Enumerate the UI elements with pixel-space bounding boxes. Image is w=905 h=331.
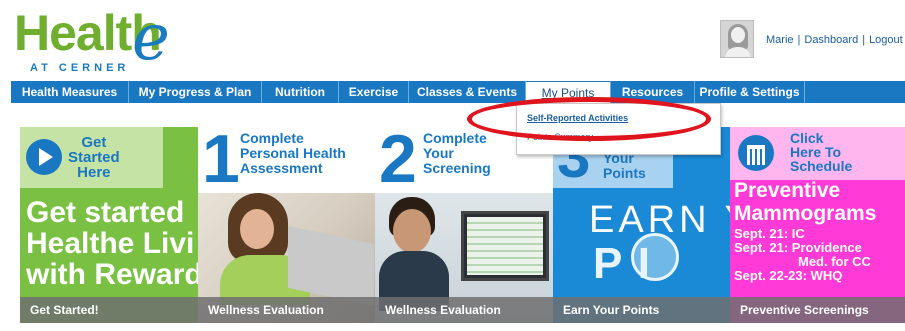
step-number: 1 bbox=[202, 127, 240, 197]
points-graphic-text: P I bbox=[593, 239, 653, 288]
nav-health-measures[interactable]: Health Measures bbox=[11, 81, 129, 103]
annotation-highlight-ellipse bbox=[467, 97, 711, 141]
logo-e-glyph: e bbox=[132, 1, 170, 75]
mammograms-title: Preventive Mammograms bbox=[734, 179, 877, 225]
healthe-logo[interactable]: Health e AT CERNER bbox=[14, 4, 194, 76]
click-here-label: Click Here To Schedule bbox=[790, 130, 853, 174]
main-nav: Health Measures My Progress & Plan Nutri… bbox=[11, 81, 905, 103]
mammogram-dates: Sept. 21: IC Sept. 21: Providence Med. f… bbox=[734, 226, 871, 283]
tile-earn-points[interactable]: 3 Your Points EARN Y P I Earn Your Point… bbox=[553, 127, 730, 323]
step-number: 2 bbox=[379, 127, 417, 197]
step-text: Complete Your Screening bbox=[423, 130, 491, 176]
tile-screening[interactable]: 2 Complete Your Screening Wellness Evalu… bbox=[375, 127, 553, 323]
tile-footer: Get Started! bbox=[20, 297, 198, 323]
promo-tiles: Get Started Here Get started Healthe Liv… bbox=[20, 127, 905, 323]
nav-nutrition[interactable]: Nutrition bbox=[262, 81, 339, 103]
get-started-label: Get Started Here bbox=[68, 134, 120, 181]
user-links: Marie | Dashboard | Logout bbox=[766, 34, 903, 46]
site-header: Health e AT CERNER Marie | Dashboard | Logou… bbox=[0, 0, 905, 80]
tile-footer: Preventive Screenings bbox=[730, 297, 905, 323]
calendar-icon bbox=[738, 135, 774, 171]
logout-link[interactable]: Logout bbox=[869, 34, 903, 46]
tile-footer: Earn Your Points bbox=[553, 297, 730, 323]
dashboard-link[interactable]: Dashboard bbox=[804, 34, 858, 46]
nav-profile-settings[interactable]: Profile & Settings bbox=[695, 81, 805, 103]
user-avatar[interactable] bbox=[720, 20, 754, 58]
logo-subtitle: AT CERNER bbox=[30, 62, 130, 74]
step-text: Complete Personal Health Assessment bbox=[240, 130, 346, 176]
tile-footer: Wellness Evaluation bbox=[375, 297, 553, 323]
nav-exercise[interactable]: Exercise bbox=[339, 81, 409, 103]
tile-footer: Wellness Evaluation bbox=[198, 297, 375, 323]
nav-my-progress-plan[interactable]: My Progress & Plan bbox=[129, 81, 262, 103]
play-icon bbox=[26, 139, 62, 175]
step-text: Your Points bbox=[603, 150, 646, 181]
tile-get-started[interactable]: Get Started Here Get started Healthe Liv… bbox=[20, 127, 198, 323]
user-name-link[interactable]: Marie bbox=[766, 34, 794, 46]
nav-classes-events[interactable]: Classes & Events bbox=[409, 81, 526, 103]
tile-health-assessment[interactable]: 1 Complete Personal Health Assessment We… bbox=[198, 127, 375, 323]
get-started-headline: Get started Healthe Livi with Reward bbox=[26, 196, 198, 291]
tile-preventive-screenings[interactable]: Click Here To Schedule Preventive Mammog… bbox=[730, 127, 905, 323]
